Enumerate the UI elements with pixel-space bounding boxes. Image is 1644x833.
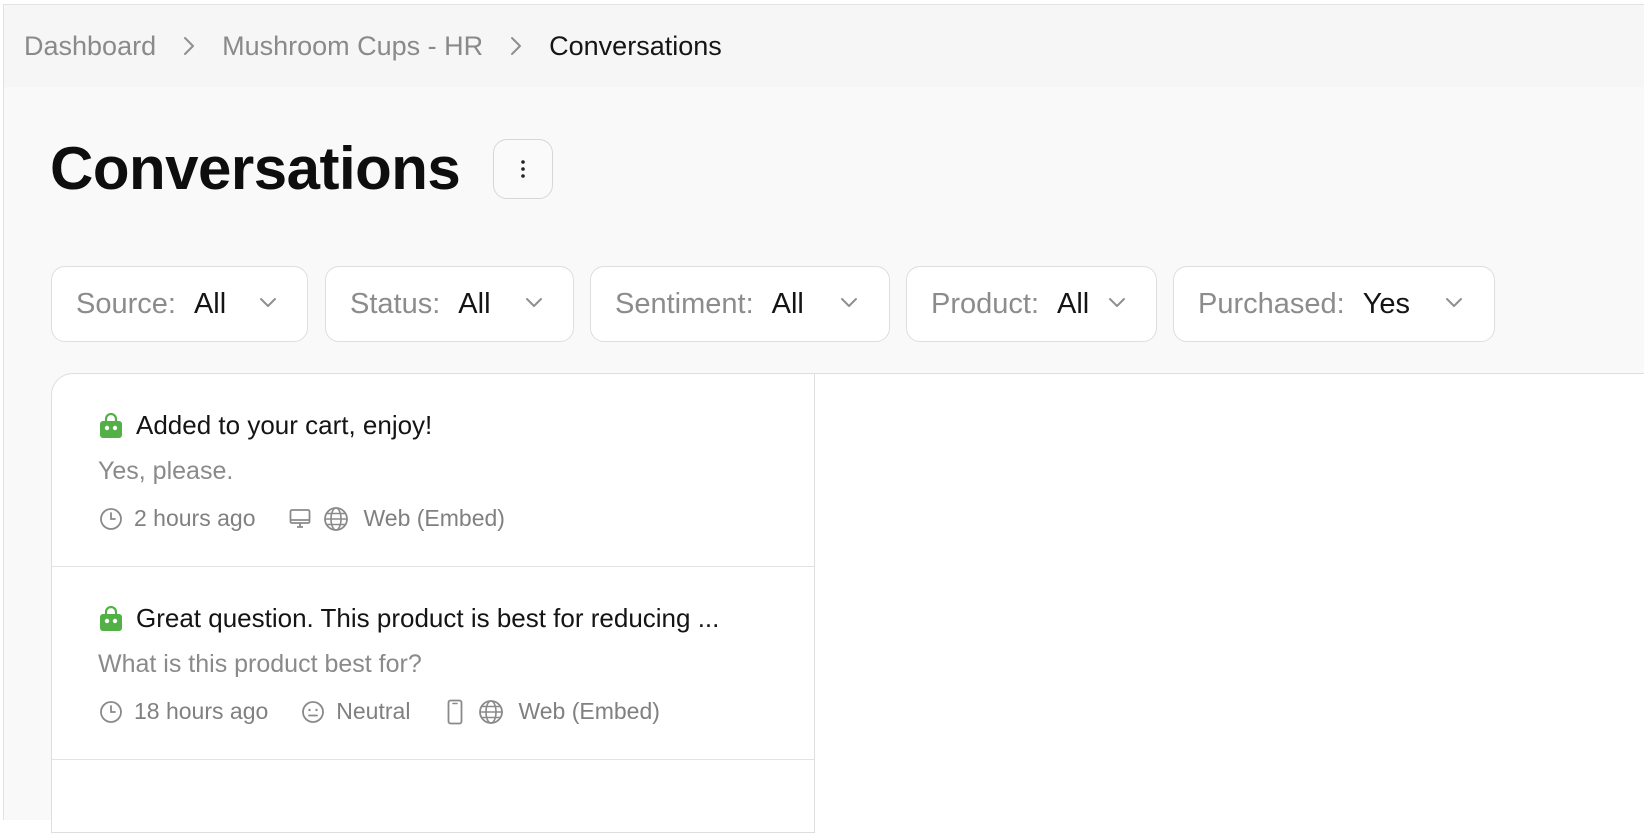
conversation-source: Web (Embed)	[363, 505, 505, 531]
reply-text: Great question. This product is best for…	[136, 603, 720, 633]
chevron-down-icon	[260, 298, 276, 307]
filter-status[interactable]: Status: All	[325, 266, 574, 342]
title-row: Conversations	[50, 135, 554, 202]
conversation-meta: 18 hours ago Neutral Web (Embed)	[98, 698, 660, 725]
globe-icon	[478, 699, 504, 725]
chevron-down-icon	[526, 298, 542, 307]
clock-icon	[98, 506, 124, 532]
clock-icon	[98, 699, 124, 725]
reply-text: Added to your cart, enjoy!	[136, 410, 433, 440]
more-options-button[interactable]	[493, 139, 554, 199]
filter-label: Source:	[76, 287, 176, 320]
conversation-detail-panel	[814, 373, 1644, 833]
filter-label: Status:	[350, 287, 441, 320]
breadcrumb-dashboard[interactable]: Dashboard	[24, 31, 156, 62]
customer-message: Yes, please.	[98, 457, 234, 485]
chevron-down-icon	[1109, 298, 1125, 307]
conversation-meta: 2 hours ago Web (Embed)	[98, 505, 505, 532]
breadcrumb: Dashboard Mushroom Cups - HR Conversatio…	[4, 5, 1644, 87]
shopping-bag-bot-icon	[100, 412, 122, 438]
customer-message: What is this product best for?	[98, 650, 422, 678]
conversation-reply: Added to your cart, enjoy!	[98, 410, 768, 441]
filter-source[interactable]: Source: All	[51, 266, 308, 342]
page-title: Conversations	[50, 135, 461, 202]
conversation-source: Web (Embed)	[518, 698, 660, 724]
filter-value: All	[1057, 287, 1090, 320]
filter-value: All	[771, 287, 804, 320]
filter-product[interactable]: Product: All	[906, 266, 1157, 342]
breadcrumb-project[interactable]: Mushroom Cups - HR	[222, 31, 483, 62]
conversation-item[interactable]: Great question. This product is best for…	[52, 567, 814, 760]
shopping-bag-bot-icon	[100, 605, 122, 631]
conversation-time: 18 hours ago	[134, 698, 269, 724]
desktop-icon	[287, 506, 313, 532]
globe-icon	[323, 506, 349, 532]
chevron-down-icon	[1446, 298, 1462, 307]
chevron-right-icon	[156, 35, 222, 57]
filter-label: Purchased:	[1198, 287, 1345, 320]
filter-value: Yes	[1362, 287, 1411, 320]
chevron-right-icon	[483, 35, 549, 57]
filter-label: Sentiment:	[615, 287, 754, 320]
chevron-down-icon	[841, 298, 857, 307]
conversation-sentiment: Neutral	[336, 698, 411, 724]
filter-label: Product:	[931, 287, 1039, 320]
vertical-ellipsis-icon	[521, 160, 526, 178]
conversation-list: Added to your cart, enjoy! Yes, please. …	[51, 373, 815, 833]
filter-value: All	[458, 287, 491, 320]
neutral-face-icon	[300, 699, 326, 725]
conversation-time: 2 hours ago	[134, 505, 256, 531]
filter-purchased[interactable]: Purchased: Yes	[1173, 266, 1495, 342]
app-frame: Dashboard Mushroom Cups - HR Conversatio…	[3, 4, 1644, 833]
conversation-reply: Great question. This product is best for…	[98, 603, 768, 634]
filter-value: All	[193, 287, 227, 320]
breadcrumb-current: Conversations	[549, 30, 722, 61]
filter-sentiment[interactable]: Sentiment: All	[590, 266, 890, 342]
conversation-item[interactable]: Added to your cart, enjoy! Yes, please. …	[52, 374, 814, 567]
mobile-icon	[442, 699, 468, 725]
